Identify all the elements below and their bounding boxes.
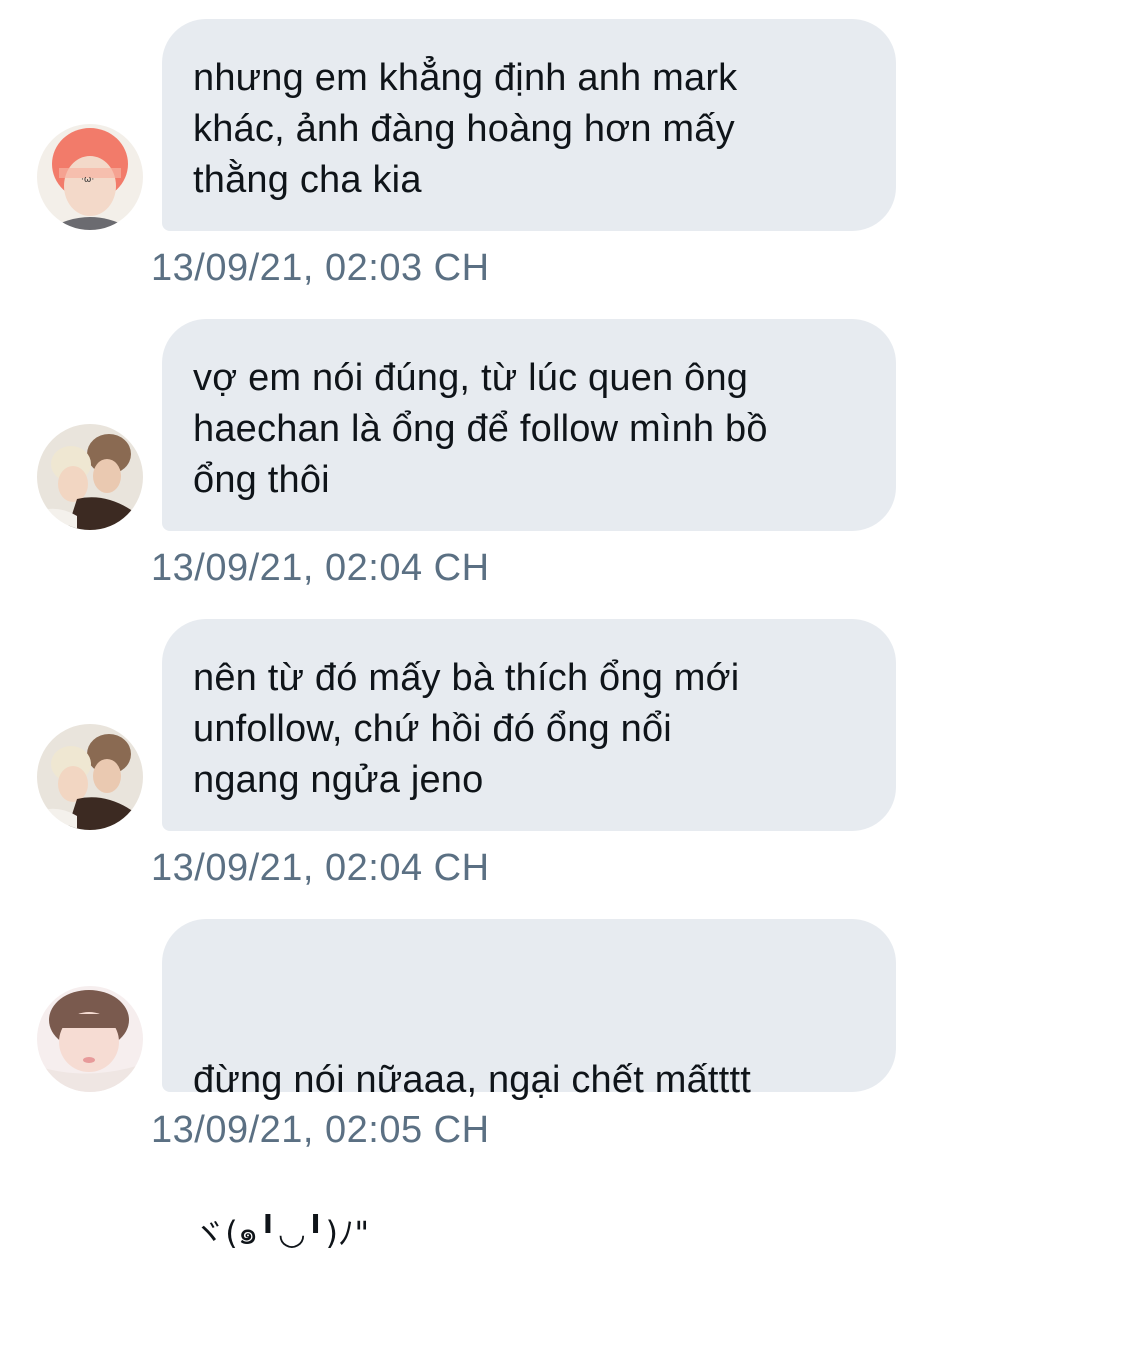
avatar-couple-photo-icon[interactable] — [37, 724, 143, 830]
message-text: đừng nói nữaaa, ngại chết mấtttt — [193, 1059, 751, 1101]
message-timestamp: 13/09/21, 02:04 CH — [151, 847, 490, 889]
avatar-portrait-photo-icon[interactable] — [37, 986, 143, 1092]
message-timestamp: 13/09/21, 02:05 CH — [151, 1109, 490, 1151]
message-bubble[interactable]: nhưng em khẳng định anh mark khác, ảnh đ… — [162, 19, 896, 231]
svg-text:·ω·: ·ω· — [81, 175, 94, 185]
avatar-couple-photo-icon[interactable] — [37, 424, 143, 530]
message-kaomoji: ヾ(๑╹◡╹)ﾉ" — [193, 1214, 370, 1252]
message-bubble[interactable]: vợ em nói đúng, từ lúc quen ông haechan … — [162, 319, 896, 531]
message-bubble[interactable]: đừng nói nữaaa, ngại chết mấtttt ヾ(๑╹◡╹)… — [162, 919, 896, 1252]
message-bubble[interactable]: nên từ đó mấy bà thích ổng mới unfollow,… — [162, 619, 896, 831]
message-timestamp: 13/09/21, 02:03 CH — [151, 247, 490, 289]
avatar-pink-hair-icon[interactable]: ·ω· — [37, 124, 143, 230]
message-timestamp: 13/09/21, 02:04 CH — [151, 547, 490, 589]
